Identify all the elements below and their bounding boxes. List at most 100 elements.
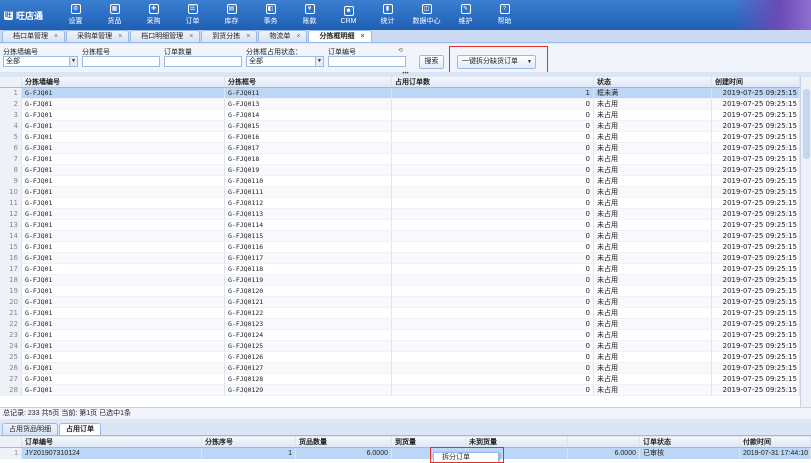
table-row[interactable]: 24 G-FJQ01 G-FJQ0125 0 未占用 2019-07-25 09:25:1… [0,341,800,352]
close-icon[interactable]: × [54,31,58,42]
menu-item-goods[interactable]: ▦ 货品 [97,0,132,30]
table-row[interactable]: 10 G-FJQ01 G-FJQ0111 0 未占用 2019-07-25 09:25:1… [0,187,800,198]
header-status[interactable]: 状态 [594,77,712,87]
table-row[interactable]: 4 G-FJQ01 G-FJQ015 0 未占用 2019-07-25 09:25:15 [0,121,800,132]
header-order-count[interactable]: 占用订单数 [392,77,594,87]
header-pay-time[interactable]: 付款时间 [740,437,811,447]
close-icon[interactable]: × [118,31,122,42]
tab-5[interactable]: 分拣框明细 × [308,30,372,42]
header-goods-qty[interactable]: 货品数量 [296,437,392,447]
status-filter-select[interactable]: 全部 ▼ [246,56,324,67]
cell-status: 未占用 [594,308,712,318]
table-row[interactable]: 26 G-FJQ01 G-FJQ0127 0 未占用 2019-07-25 09:25:1… [0,363,800,374]
table-row[interactable]: 20 G-FJQ01 G-FJQ0121 0 未占用 2019-07-25 09:25:1… [0,297,800,308]
row-number: 16 [0,253,22,263]
wall-filter-select[interactable]: 全部 ▼ [3,56,78,67]
tab-4[interactable]: 物流单 × [258,30,308,42]
menu-item-data-center[interactable]: ◫ 数据中心 [409,0,444,30]
tab-1[interactable]: 占用订单 [59,423,101,435]
cell-status: 未占用 [594,297,712,307]
menu-item-stats[interactable]: ▮ 统计 [370,0,405,30]
order-no-filter-input[interactable] [328,56,406,67]
table-row[interactable]: 23 G-FJQ01 G-FJQ0124 0 未占用 2019-07-25 09:25:1… [0,330,800,341]
header-order-status[interactable]: 订单状态 [640,437,740,447]
close-icon[interactable]: × [246,31,250,42]
table-row[interactable]: 27 G-FJQ01 G-FJQ0128 0 未占用 2019-07-25 09:25:1… [0,374,800,385]
grid-scrollbar[interactable] [800,77,811,407]
table-row[interactable]: 16 G-FJQ01 G-FJQ0117 0 未占用 2019-07-25 09:25:1… [0,253,800,264]
table-row[interactable]: 2 G-FJQ01 G-FJQ013 0 未占用 2019-07-25 09:25:15 [0,99,800,110]
table-row[interactable]: 7 G-FJQ01 G-FJQ018 0 未占用 2019-07-25 09:25:15 [0,154,800,165]
close-icon[interactable]: × [296,31,300,42]
cell-created: 2019-07-25 09:25:15 [712,264,800,274]
table-row[interactable]: 1 G-FJQ01 G-FJQ011 1 框未满 2019-07-25 09:25:15 [0,88,800,99]
scrollbar-thumb[interactable] [803,89,810,159]
table-row[interactable]: 25 G-FJQ01 G-FJQ0126 0 未占用 2019-07-25 09:25:1… [0,352,800,363]
table-row[interactable]: 15 G-FJQ01 G-FJQ0116 0 未占用 2019-07-25 09:25:1… [0,242,800,253]
cell-filter-input[interactable] [82,56,160,67]
menu-item-label: 数据中心 [412,18,441,25]
menu-item-label: 帮助 [497,18,512,25]
table-row[interactable]: 19 G-FJQ01 G-FJQ0120 0 未占用 2019-07-25 09:25:1… [0,286,800,297]
page-tab-strip: 档口单管理 × 采购单管理 × 档口明细管理 × 到货分拣 × 物流单 × 分拣框明细 × [0,30,811,43]
table-row[interactable]: 14 G-FJQ01 G-FJQ0115 0 未占用 2019-07-25 09:25:1… [0,231,800,242]
tab-3[interactable]: 到货分拣 × [201,30,258,42]
row-number: 17 [0,264,22,274]
table-row[interactable]: 22 G-FJQ01 G-FJQ0123 0 未占用 2019-07-25 09:25:1… [0,319,800,330]
menu-item-help[interactable]: ? 帮助 [487,0,522,30]
chevron-down-icon[interactable]: ▼ [69,57,77,66]
header-arrived-qty[interactable]: 到货量 [392,437,466,447]
header-order-no[interactable]: 订单编号 [22,437,202,447]
tab-0[interactable]: 占用货品明细 [2,423,58,435]
menu-item-order[interactable]: ☰ 订单 [175,0,210,30]
cell-created: 2019-07-25 09:25:15 [712,319,800,329]
menu-item-purchase[interactable]: ✚ 采购 [136,0,171,30]
table-row[interactable]: 17 G-FJQ01 G-FJQ0118 0 未占用 2019-07-25 09:25:1… [0,264,800,275]
menu-item-stock[interactable]: ▤ 库存 [214,0,249,30]
table-row[interactable]: 9 G-FJQ01 G-FJQ0110 0 未占用 2019-07-25 09:25:15 [0,176,800,187]
cell-status: 框未满 [594,88,712,98]
table-row[interactable]: 11 G-FJQ01 G-FJQ0112 0 未占用 2019-07-25 09:25:1… [0,198,800,209]
cell-wall: G-FJQ01 [22,330,225,340]
header-cell[interactable]: 分拣框号 [225,77,392,87]
table-row[interactable]: 8 G-FJQ01 G-FJQ019 0 未占用 2019-07-25 09:25:15 [0,165,800,176]
table-row[interactable]: 5 G-FJQ01 G-FJQ016 0 未占用 2019-07-25 09:25:15 [0,132,800,143]
order-qty-filter-input[interactable] [164,56,242,67]
table-row[interactable]: 21 G-FJQ01 G-FJQ0122 0 未占用 2019-07-25 09:25:1… [0,308,800,319]
cell-cell-no: G-FJQ0123 [225,319,392,329]
table-row[interactable]: 28 G-FJQ01 G-FJQ0129 0 未占用 2019-07-25 09:25:1… [0,385,800,396]
cell-cell-no: G-FJQ0121 [225,297,392,307]
row-number: 3 [0,110,22,120]
cell-status: 未占用 [594,154,712,164]
affairs-icon: ◧ [265,4,276,14]
clear-icon[interactable]: ⟲ [398,47,403,54]
table-row[interactable]: 13 G-FJQ01 G-FJQ0114 0 未占用 2019-07-25 09:25:1… [0,220,800,231]
close-icon[interactable]: × [189,31,193,42]
close-icon[interactable]: × [360,31,364,42]
menu-item-gear[interactable]: ⚙ 设置 [58,0,93,30]
tab-0[interactable]: 档口单管理 × [2,30,66,42]
tab-2[interactable]: 档口明细管理 × [130,30,201,42]
table-row[interactable]: 1 JY201907310124 1 6.0000 6.0000 已审核 201… [0,448,811,459]
table-row[interactable]: 6 G-FJQ01 G-FJQ017 0 未占用 2019-07-25 09:25:15 [0,143,800,154]
bottom-tab-strip: 占用货品明细 占用订单 [0,423,811,436]
header-wall[interactable]: 分拣墙编号 [22,77,225,87]
table-row[interactable]: 18 G-FJQ01 G-FJQ0119 0 未占用 2019-07-25 09:25:1… [0,275,800,286]
chevron-down-icon[interactable]: ▼ [315,57,323,66]
menu-item-affairs[interactable]: ◧ 事务 [253,0,288,30]
menu-item-account[interactable]: ¥ 账款 [292,0,327,30]
cell-created: 2019-07-25 09:25:15 [712,352,800,362]
order-icon: ☰ [187,4,198,14]
header-not-arrived-qty[interactable]: 未到货量 [466,437,568,447]
cell-status: 未占用 [594,264,712,274]
table-row[interactable]: 3 G-FJQ01 G-FJQ014 0 未占用 2019-07-25 09:25:15 [0,110,800,121]
header-created[interactable]: 创建时间 [712,77,800,87]
search-button[interactable]: 搜索 [419,55,444,69]
tab-label: 档口单管理 [13,33,48,40]
tab-1[interactable]: 采购单管理 × [66,30,130,42]
menu-item-crm[interactable]: ☻ CRM [331,0,366,30]
menu-item-label: 采购 [146,18,161,25]
menu-item-maintain[interactable]: ✎ 维护 [448,0,483,30]
header-sort-seq[interactable]: 分拣序号 [202,437,296,447]
table-row[interactable]: 12 G-FJQ01 G-FJQ0113 0 未占用 2019-07-25 09:25:1… [0,209,800,220]
